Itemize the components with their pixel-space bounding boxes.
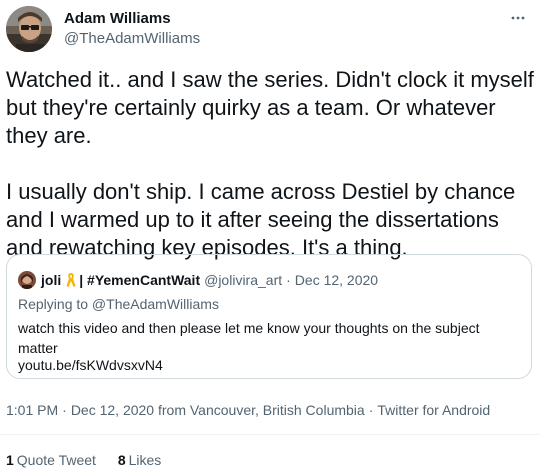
like-label: Likes: [128, 452, 162, 468]
author-display-name[interactable]: Adam Williams: [64, 9, 200, 29]
author-names: Adam Williams @TheAdamWilliams: [64, 9, 200, 49]
likes-stat[interactable]: 8 Likes: [118, 452, 161, 468]
quote-label: Quote Tweet: [16, 452, 96, 468]
quoted-tweet-link[interactable]: youtu.be/fsKWdvsxvN4: [18, 356, 163, 374]
tweet-stats: 1 Quote Tweet 8 Likes: [6, 450, 179, 470]
separator-dot: ·: [286, 272, 291, 288]
quoted-avatar-image-icon: [18, 271, 36, 289]
tweet-time[interactable]: 1:01 PM: [6, 402, 58, 418]
quoted-tweet-text: watch this video and then please let me …: [18, 320, 480, 356]
quoted-author-handle[interactable]: @jolivira_art: [204, 272, 282, 288]
like-count: 8: [117, 452, 126, 468]
divider: [0, 434, 540, 435]
quoted-author-name-suffix[interactable]: | #YemenCantWait: [79, 272, 200, 288]
separator-dot: ·: [368, 402, 374, 418]
tweet-metadata: 1:01 PM · Dec 12, 2020 from Vancouver, Bri…: [6, 400, 490, 420]
quoted-author-name[interactable]: joli: [41, 272, 61, 288]
avatar-image-icon: [6, 6, 52, 52]
more-options-button[interactable]: [506, 6, 530, 30]
quote-count: 1: [6, 452, 14, 468]
quoted-tweet[interactable]: joli | #YemenCantWait @jolivira_art · De…: [6, 254, 532, 379]
quoted-tweet-date[interactable]: Dec 12, 2020: [295, 272, 378, 288]
more-dots-icon: [511, 16, 525, 20]
tweet-client[interactable]: Twitter for Android: [377, 402, 490, 418]
separator-dot: ·: [62, 402, 67, 418]
quote-tweets-stat[interactable]: 1 Quote Tweet: [6, 452, 96, 468]
author-avatar[interactable]: [6, 6, 52, 52]
tweet-text: Watched it.. and I saw the series. Didn'…: [6, 66, 536, 262]
quoted-reply-context: Replying to @TheAdamWilliams: [18, 296, 219, 312]
quoted-tweet-header: joli | #YemenCantWait @jolivira_art · De…: [18, 270, 378, 290]
tweet-date-location[interactable]: Dec 12, 2020 from Vancouver, British Col…: [71, 402, 365, 418]
tweet-paragraph-1: Watched it.. and I saw the series. Didn'…: [6, 67, 534, 148]
tweet-paragraph-2: I usually don't ship. I came across Dest…: [6, 179, 516, 260]
tweet: Adam Williams @TheAdamWilliams Watched i…: [0, 0, 540, 471]
author-handle[interactable]: @TheAdamWilliams: [64, 29, 200, 49]
awareness-ribbon-icon: [65, 272, 77, 288]
tweet-header: Adam Williams @TheAdamWilliams: [6, 6, 534, 56]
quoted-author-avatar[interactable]: [18, 271, 36, 289]
